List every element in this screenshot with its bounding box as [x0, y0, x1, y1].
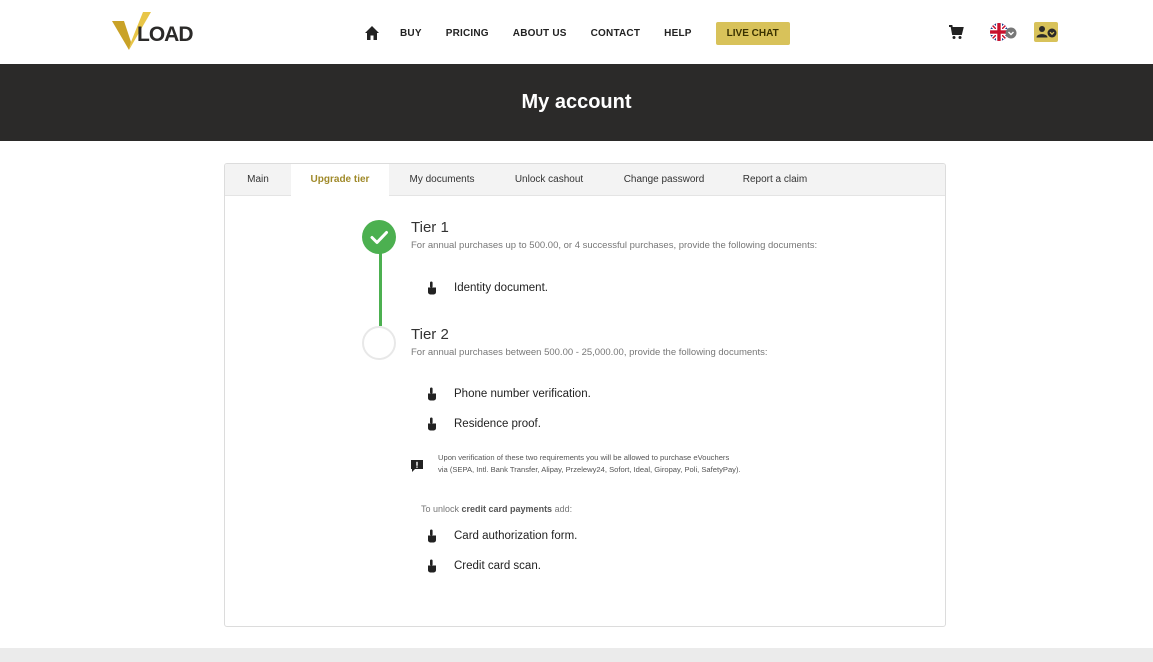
alert-comment-icon: [411, 460, 423, 472]
tab-main[interactable]: Main: [225, 164, 291, 196]
footer-bar: [0, 648, 1153, 662]
note-text: Upon verification of these two requireme…: [438, 453, 741, 474]
hand-pointer-icon: [428, 281, 436, 295]
page-title: My account: [521, 91, 632, 113]
tab-unlock-cashout[interactable]: Unlock cashout: [495, 164, 603, 196]
requirement-item: Identity document.: [427, 280, 548, 296]
user-icon: [1036, 26, 1057, 38]
requirement-item: Residence proof.: [427, 416, 541, 432]
account-card: Main Upgrade tier My documents Unlock ca…: [224, 163, 946, 627]
requirement-label: Card authorization form.: [454, 530, 578, 542]
nav-buy[interactable]: BUY: [400, 28, 422, 39]
nav-pricing[interactable]: PRICING: [446, 28, 489, 39]
tab-my-documents[interactable]: My documents: [389, 164, 495, 196]
hand-pointer-icon: [428, 387, 436, 401]
requirement-label: Identity document.: [454, 282, 548, 294]
nav-help[interactable]: HELP: [664, 28, 691, 39]
tier2-title: Tier 2: [411, 326, 449, 343]
requirement-item: Phone number verification.: [427, 386, 591, 402]
nav-about-us[interactable]: ABOUT US: [513, 28, 567, 39]
tab-report-a-claim[interactable]: Report a claim: [725, 164, 825, 196]
hand-pointer-icon: [428, 529, 436, 543]
tier1-description: For annual purchases up to 500.00, or 4 …: [411, 240, 818, 251]
svg-text:LOAD: LOAD: [137, 23, 193, 46]
hand-pointer-icon: [428, 417, 436, 431]
uk-flag-icon[interactable]: [989, 22, 1017, 42]
tier1-title: Tier 1: [411, 219, 449, 236]
nav-contact[interactable]: CONTACT: [591, 28, 641, 39]
vload-logo[interactable]: LOAD: [110, 12, 200, 52]
live-chat-button[interactable]: LIVE CHAT: [715, 21, 790, 45]
hand-pointer-icon: [428, 559, 436, 573]
main-nav: BUY PRICING ABOUT US CONTACT HELP LIVE C…: [364, 20, 790, 46]
credit-card-unlock-text: To unlock credit card payments add:: [421, 504, 573, 514]
tab-change-password[interactable]: Change password: [603, 164, 725, 196]
requirement-label: Residence proof.: [454, 418, 541, 430]
requirement-item: Card authorization form.: [427, 528, 577, 544]
tier2-pending-marker: [362, 326, 396, 360]
tier2-note: Upon verification of these two requireme…: [411, 452, 831, 482]
requirement-item: Credit card scan.: [427, 558, 541, 574]
account-menu[interactable]: [1034, 22, 1058, 42]
requirement-label: Phone number verification.: [454, 388, 591, 400]
tier2-description: For annual purchases between 500.00 - 25…: [411, 347, 768, 358]
home-icon[interactable]: [364, 25, 380, 41]
tier1-complete-marker: [362, 220, 396, 254]
check-icon: [370, 231, 388, 244]
cart-icon[interactable]: [948, 24, 964, 40]
account-tabs: Main Upgrade tier My documents Unlock ca…: [225, 164, 945, 197]
site-header: LOAD BUY PRICING ABOUT US CONTACT HELP L…: [0, 0, 1153, 64]
page-banner: My account: [0, 64, 1153, 141]
requirement-label: Credit card scan.: [454, 560, 541, 572]
tab-upgrade-tier[interactable]: Upgrade tier: [291, 164, 389, 197]
